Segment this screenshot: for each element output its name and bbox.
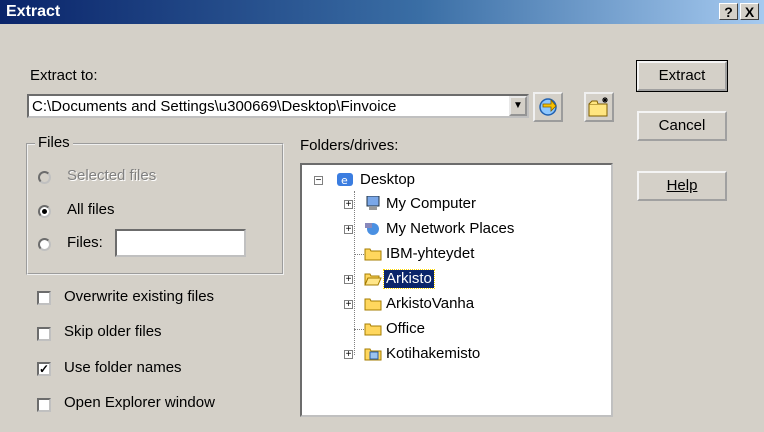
selected-files-label: Selected files xyxy=(67,167,157,184)
folders-drives-label: Folders/drives: xyxy=(300,137,399,154)
close-button[interactable]: X xyxy=(740,3,759,20)
expand-icon[interactable]: + xyxy=(344,225,353,235)
files-label: Files: xyxy=(67,234,103,251)
svg-text:e: e xyxy=(341,174,348,187)
skip-older-label: Skip older files xyxy=(64,323,162,340)
tree-label: IBM-yhteydet xyxy=(386,245,475,262)
expand-icon[interactable]: + xyxy=(344,275,353,285)
files-radio[interactable] xyxy=(38,238,51,251)
tree-label: My Computer xyxy=(386,195,477,212)
folder-icon xyxy=(364,248,382,261)
combo-dropdown-arrow[interactable]: ▼ xyxy=(509,96,527,116)
files-filter-input[interactable] xyxy=(115,229,246,257)
folder-icon xyxy=(364,298,382,311)
selected-files-radio[interactable] xyxy=(38,171,51,184)
tree-label: ArkistoVanha xyxy=(386,295,475,312)
open-explorer-checkbox[interactable] xyxy=(37,398,51,412)
open-explorer-label: Open Explorer window xyxy=(64,394,215,411)
new-folder-icon xyxy=(588,97,608,117)
tree-label: My Network Places xyxy=(386,220,515,237)
extract-path-value: C:\Documents and Settings\u300669\Deskto… xyxy=(32,98,397,115)
help-title-button[interactable]: ? xyxy=(719,3,738,20)
desktop-icon: e xyxy=(337,173,353,187)
expand-icon[interactable]: + xyxy=(344,350,353,360)
window-title: Extract xyxy=(6,3,61,20)
computer-icon xyxy=(366,196,380,210)
collapse-icon[interactable]: − xyxy=(314,176,323,186)
tree-label: Desktop xyxy=(360,171,416,188)
network-icon xyxy=(365,223,379,235)
files-group-label: Files xyxy=(35,134,73,151)
overwrite-label: Overwrite existing files xyxy=(64,288,215,305)
tree-label: Kotihakemisto xyxy=(386,345,481,362)
browse-button[interactable] xyxy=(533,92,563,122)
extract-to-label: Extract to: xyxy=(30,67,98,84)
new-folder-button[interactable] xyxy=(584,92,614,122)
help-button-label: Help xyxy=(666,177,698,194)
use-folder-names-label: Use folder names xyxy=(64,359,182,376)
title-bar: Extract ? X xyxy=(0,0,764,24)
expand-icon[interactable]: + xyxy=(344,300,353,310)
folder-tree[interactable]: − e Desktop + My Computer + My Network P… xyxy=(300,163,613,417)
tree-label: Office xyxy=(386,320,425,337)
all-files-label: All files xyxy=(67,201,115,218)
cancel-button[interactable]: Cancel xyxy=(637,111,727,141)
use-folder-names-checkbox[interactable]: ✓ xyxy=(37,362,51,376)
extract-button[interactable]: Extract xyxy=(636,60,728,92)
folder-icon xyxy=(364,323,382,336)
overwrite-checkbox[interactable] xyxy=(37,291,51,305)
extract-path-combo[interactable]: C:\Documents and Settings\u300669\Deskto… xyxy=(27,94,529,118)
all-files-radio[interactable] xyxy=(38,205,51,218)
open-folder-icon xyxy=(364,273,382,286)
expand-icon[interactable]: + xyxy=(344,200,353,210)
help-button[interactable]: Help xyxy=(637,171,727,201)
skip-older-checkbox[interactable] xyxy=(37,327,51,341)
tree-label-selected: Arkisto xyxy=(383,269,435,289)
refresh-arrow-icon xyxy=(539,98,557,116)
home-folder-icon xyxy=(364,348,382,361)
